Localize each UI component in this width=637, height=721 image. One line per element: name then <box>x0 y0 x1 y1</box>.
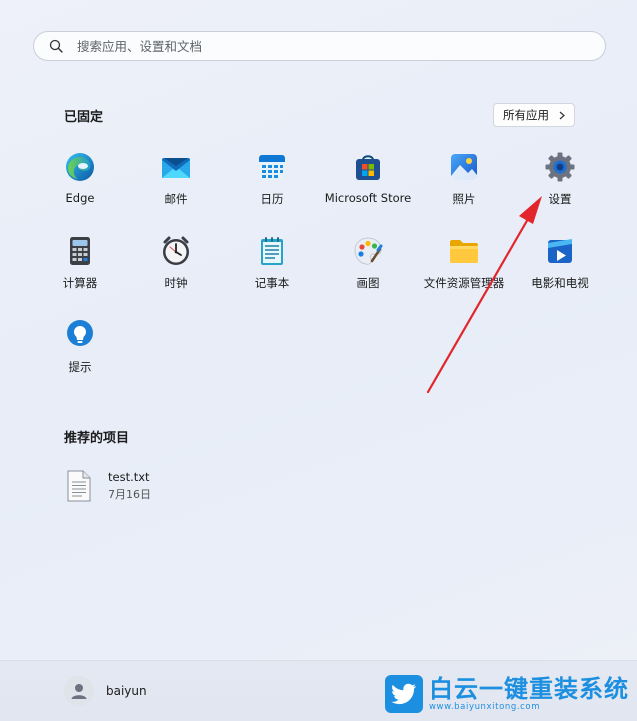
pinned-app-paint[interactable]: 画图 <box>320 235 416 305</box>
avatar <box>64 676 94 706</box>
pinned-app-edge[interactable]: Edge <box>32 151 128 221</box>
app-label: 设置 <box>548 192 572 206</box>
app-label: 时钟 <box>164 276 188 290</box>
pinned-app-clock[interactable]: 时钟 <box>128 235 224 305</box>
recommended-item-name: test.txt <box>108 470 150 484</box>
all-apps-button[interactable]: 所有应用 <box>493 103 575 127</box>
pinned-app-notepad[interactable]: 记事本 <box>224 235 320 305</box>
gear-icon <box>545 152 575 182</box>
all-apps-label: 所有应用 <box>503 108 549 122</box>
search-box[interactable] <box>33 31 606 61</box>
photos-icon <box>451 154 477 180</box>
pinned-app-calendar[interactable]: 日历 <box>224 151 320 221</box>
recommended-title: 推荐的项目 <box>64 431 130 446</box>
calculator-icon <box>70 237 90 265</box>
search-input[interactable] <box>75 37 559 55</box>
calendar-icon <box>259 155 285 180</box>
chevron-right-icon <box>559 111 565 119</box>
app-label: 记事本 <box>254 276 290 290</box>
user-account-button[interactable]: baiyun <box>64 676 147 706</box>
pinned-app-mail[interactable]: 邮件 <box>128 151 224 221</box>
pinned-app-tips[interactable]: 提示 <box>32 319 128 389</box>
mail-icon <box>162 158 190 178</box>
watermark-title: 白云一键重装系统 <box>429 675 629 703</box>
red-arrow-annotation <box>426 196 542 394</box>
app-label: 计算器 <box>62 276 98 290</box>
app-label: Microsoft Store <box>324 191 412 205</box>
twitter-bird-icon <box>385 675 423 713</box>
text-file-icon <box>67 470 91 502</box>
app-label: 日历 <box>260 192 284 206</box>
lightbulb-icon <box>67 320 93 346</box>
pinned-title: 已固定 <box>64 110 104 125</box>
search-icon <box>49 39 63 53</box>
watermark-url: www.baiyunxitong.com <box>429 702 541 712</box>
app-label: 画图 <box>356 276 380 290</box>
app-label: 邮件 <box>164 192 188 206</box>
recommended-item-date: 7月16日 <box>108 488 151 501</box>
clock-icon <box>163 236 189 265</box>
recommended-item[interactable]: test.txt 7月16日 <box>66 470 151 502</box>
paint-icon <box>354 237 383 265</box>
pinned-app-microsoft-store[interactable]: Microsoft Store <box>320 151 416 221</box>
watermark-logo: 白云一键重装系统 www.baiyunxitong.com <box>385 675 629 713</box>
pinned-app-calculator[interactable]: 计算器 <box>32 235 128 305</box>
app-label: Edge <box>65 191 95 205</box>
user-icon <box>71 684 87 699</box>
store-icon <box>356 155 380 180</box>
notepad-icon <box>261 237 283 265</box>
edge-icon <box>66 153 94 181</box>
app-label: 提示 <box>68 360 92 374</box>
user-name: baiyun <box>106 684 147 698</box>
